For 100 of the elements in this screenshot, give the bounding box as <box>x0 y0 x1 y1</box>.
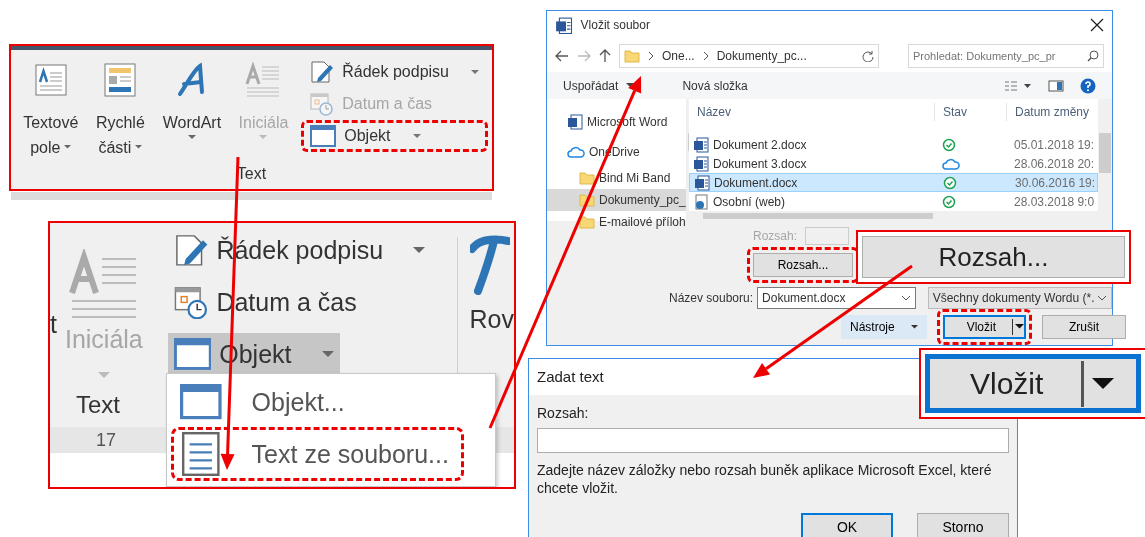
file-row[interactable]: Dokument 2.docx 05.01.2018 19: <box>689 135 1098 154</box>
file-row[interactable]: Osobní (web) 28.03.2018 9:0 <box>689 192 1098 211</box>
table-cell-text: 28.03.2018 9:0 <box>1013 193 1096 211</box>
document-icon <box>567 114 583 130</box>
document-icon <box>555 16 573 35</box>
ruler-number: 17 <box>96 428 117 452</box>
caret-icon <box>910 324 918 330</box>
ribbon-button[interactable]: Řádek podpisu <box>301 56 488 88</box>
ribbon-button[interactable]: WordArt <box>154 50 230 160</box>
window-icon <box>173 338 212 370</box>
chevron-down-icon <box>1097 295 1107 301</box>
chevron-down-icon <box>900 295 911 301</box>
ok-button[interactable]: OK <box>801 513 893 537</box>
button-label: Rov <box>469 304 514 335</box>
nav-item[interactable]: E-mailové příloh <box>547 211 686 233</box>
preview-pane-icon <box>1048 79 1064 92</box>
file-row[interactable]: Dokument 3.docx 28.06.2018 20: <box>689 154 1098 173</box>
address-bar[interactable]: One... Dokumenty_pc... <box>619 43 879 68</box>
table-cell-text: 28.06.2018 20: <box>1013 155 1096 173</box>
ribbon-button[interactable]: Textové pole <box>15 50 87 160</box>
breadcrumb-item[interactable]: Dokumenty_pc... <box>716 46 807 65</box>
back-icon <box>555 49 569 62</box>
italic-symbol-icon <box>469 235 510 295</box>
caret-icon <box>1092 377 1115 390</box>
insert-button[interactable]: Vložit <box>925 354 1141 413</box>
drop-cap-icon <box>245 62 282 98</box>
folder-icon <box>579 170 595 186</box>
folder-icon <box>579 192 595 208</box>
view-icon <box>1004 79 1032 92</box>
column-header[interactable]: Stav <box>934 103 1006 121</box>
window-title: Zadat text <box>537 366 604 387</box>
window-icon <box>310 125 337 147</box>
ribbon-button[interactable]: Rychlé části <box>86 50 155 160</box>
file-type-dropdown[interactable]: Všechny dokumenty Wordu (*. <box>927 287 1112 309</box>
caret-icon <box>135 145 143 150</box>
nav-item[interactable]: Dokumenty_pc_ <box>547 189 686 211</box>
group-label: Text <box>235 164 268 184</box>
toolbar-button[interactable]: Nová složka <box>682 76 748 95</box>
caret-icon <box>259 135 268 140</box>
range-button[interactable]: Rozsah... <box>862 236 1125 278</box>
description: Zadejte název záložky nebo rozsah buněk aplikace Microsoft Excel, které chcete vložit. <box>537 461 993 497</box>
search-field[interactable]: Prohledat: Dokumenty_pc_pr <box>908 43 1104 68</box>
document-icon <box>694 174 710 191</box>
file-row[interactable]: Dokument.docx 30.06.2016 19: <box>689 173 1098 192</box>
file-name: Dokument 2.docx <box>713 136 807 154</box>
web-document-icon <box>693 193 709 210</box>
close-icon <box>1090 18 1104 33</box>
field-label: Rozsah: <box>537 404 590 423</box>
group-label: Text <box>76 391 120 418</box>
pen-page-icon <box>173 232 209 268</box>
table-cell-text: 05.01.2018 19: <box>1013 136 1096 154</box>
folder-icon <box>579 214 595 230</box>
text-box-icon <box>32 62 69 98</box>
file-name: Dokument 3.docx <box>713 155 807 173</box>
chevron-icon <box>702 50 709 61</box>
page-layout-icon <box>102 62 139 98</box>
range-field[interactable] <box>805 227 850 245</box>
range-field[interactable] <box>537 428 1009 453</box>
menu-item[interactable]: Objekt... <box>171 379 360 425</box>
menu-item[interactable]: Text ze souboru... <box>171 427 464 481</box>
search-icon <box>1087 49 1099 62</box>
caret-icon <box>412 133 421 139</box>
column-header[interactable]: Název <box>689 103 934 121</box>
window-icon <box>180 384 222 420</box>
range-button[interactable]: Rozsah... <box>753 253 853 277</box>
forward-icon <box>577 49 591 62</box>
field-label: Název souboru: <box>669 290 754 307</box>
cancel-button[interactable]: Zrušit <box>1042 315 1127 339</box>
caret-icon <box>471 69 479 75</box>
refresh-icon <box>862 49 874 62</box>
file-name: Dokument.docx <box>714 174 798 192</box>
cancel-button[interactable]: Storno <box>917 513 1009 537</box>
up-icon <box>599 48 611 63</box>
file-name: Osobní (web) <box>713 193 786 211</box>
folder-icon <box>624 47 640 64</box>
breadcrumb-item[interactable]: One... <box>662 46 695 65</box>
caret-icon <box>64 145 72 150</box>
caret-icon <box>97 372 110 379</box>
cloud-icon <box>567 145 585 159</box>
document-icon <box>693 136 709 153</box>
filename-field[interactable]: Dokument.docx <box>757 287 916 309</box>
button-label: t <box>50 308 57 340</box>
pen-page-icon <box>310 60 335 84</box>
document-icon <box>693 155 709 172</box>
caret-icon <box>1015 324 1025 330</box>
column-header[interactable]: Datum změny <box>1006 103 1096 121</box>
calendar-clock-icon <box>310 92 335 116</box>
calendar-clock-icon <box>173 284 209 320</box>
table-cell-text: 30.06.2016 19: <box>1014 174 1097 192</box>
caret-icon <box>413 246 426 254</box>
field-label: Rozsah: <box>753 228 798 245</box>
document-lines-icon <box>180 430 222 478</box>
window-title: Vložit soubor <box>580 17 651 35</box>
chevron-icon <box>648 50 654 61</box>
nav-item[interactable]: Bind Mi Band <box>547 167 686 189</box>
help-icon <box>1080 77 1096 94</box>
insert-button[interactable]: Vložit <box>942 315 1027 339</box>
ribbon-button[interactable]: Objekt <box>301 120 488 152</box>
caret-icon <box>187 135 196 140</box>
tools-button[interactable]: Nástroje <box>841 315 927 339</box>
